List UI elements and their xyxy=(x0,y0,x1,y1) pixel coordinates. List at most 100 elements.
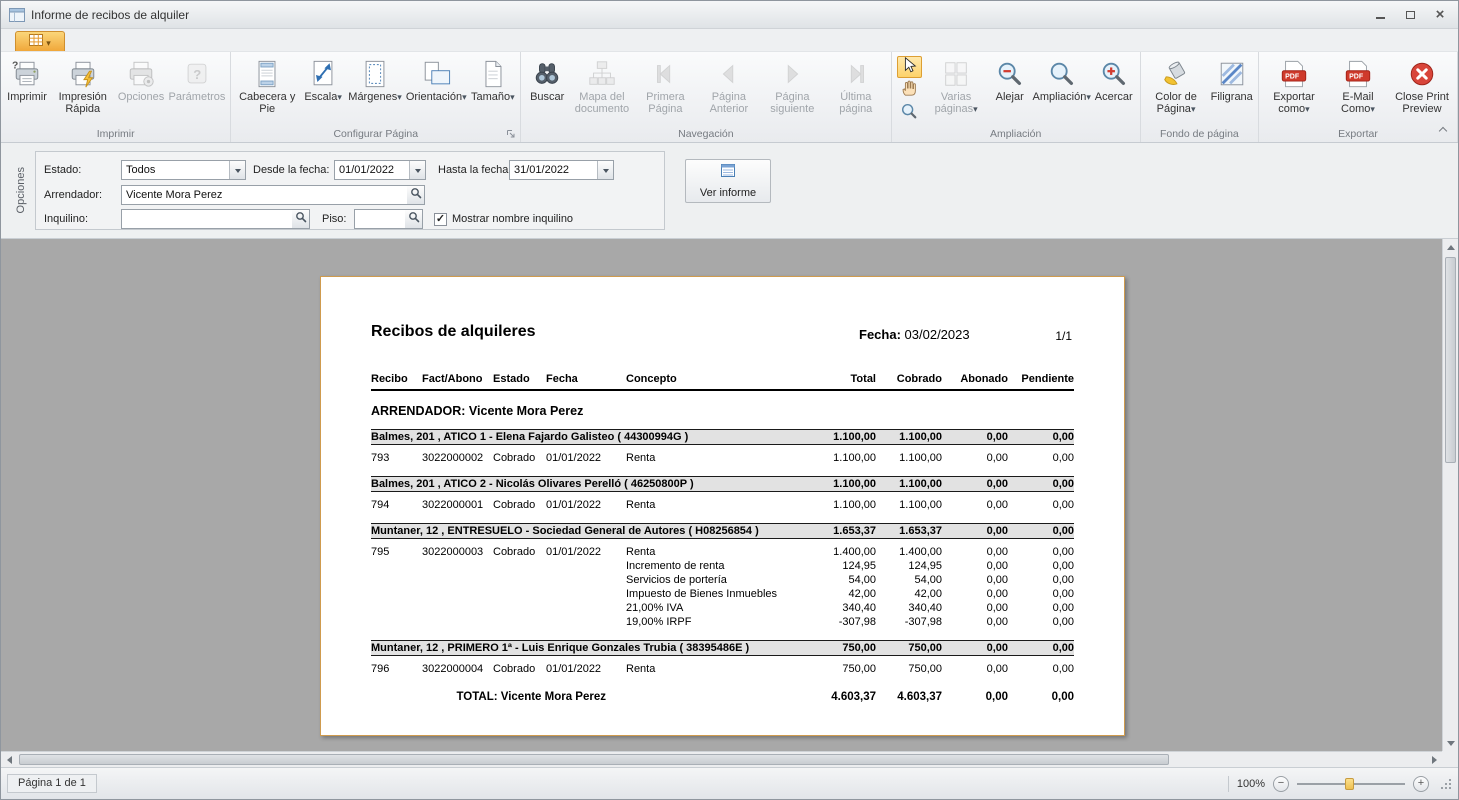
report-title: Recibos de alquileres xyxy=(371,323,536,341)
chevron-down-icon xyxy=(397,91,402,103)
app-icon xyxy=(9,8,25,22)
scroll-right-button[interactable] xyxy=(1426,752,1442,767)
escala-button[interactable]: Escala xyxy=(300,53,346,126)
report-cell: Cobrado xyxy=(493,662,546,676)
cabecera-pie-label: Cabecera y Pie xyxy=(239,91,295,115)
arrendador-input[interactable] xyxy=(121,185,408,205)
arrow-down-icon xyxy=(1447,741,1455,750)
report-cell: 0,00 xyxy=(942,601,1008,615)
ribbon-group-exportar: PDF Exportar como PDF E-Mail Como xyxy=(1259,52,1458,142)
estado-combobox[interactable]: Todos xyxy=(121,160,246,180)
orientacion-label: Orientación xyxy=(406,91,462,103)
zoom-tool-button[interactable] xyxy=(897,102,922,124)
minus-icon xyxy=(1278,778,1284,789)
buscar-button[interactable]: Buscar xyxy=(524,53,570,126)
close-preview-icon xyxy=(1407,57,1437,91)
close-print-preview-button[interactable]: Close Print Preview xyxy=(1390,53,1454,126)
hand-tool-button[interactable] xyxy=(897,79,922,101)
maximize-button[interactable] xyxy=(1400,7,1420,23)
ver-informe-button[interactable]: Ver informe xyxy=(685,159,771,203)
filigrana-button[interactable]: Filigrana xyxy=(1208,53,1255,126)
tamano-label: Tamaño xyxy=(471,91,510,103)
primera-pagina-label: Primera Página xyxy=(646,91,685,115)
desde-fecha-picker[interactable]: 01/01/2022 xyxy=(334,160,426,180)
scroll-left-button[interactable] xyxy=(1,752,17,767)
email-como-button[interactable]: PDF E-Mail Como xyxy=(1326,53,1390,126)
zoom-slider[interactable] xyxy=(1297,776,1405,792)
chevron-down-icon[interactable] xyxy=(597,161,613,179)
report-cell: 1.100,00 xyxy=(876,498,942,512)
report-column-header: Estado xyxy=(493,372,546,386)
report-cell xyxy=(493,587,546,601)
dialog-launcher-icon[interactable] xyxy=(505,128,517,140)
report-group-header: Balmes, 201 , ATICO 2 - Nicolás Olivares… xyxy=(371,477,816,491)
report-cell: 794 xyxy=(371,498,422,512)
minimize-button[interactable] xyxy=(1370,7,1390,23)
vertical-scrollbar-thumb[interactable] xyxy=(1445,257,1456,463)
opciones-button[interactable]: Opciones xyxy=(116,53,167,126)
hasta-fecha-picker[interactable]: 31/01/2022 xyxy=(509,160,614,180)
close-button[interactable] xyxy=(1430,7,1450,23)
report-cell: 0,00 xyxy=(942,559,1008,573)
mostrar-nombre-inquilino-checkbox[interactable] xyxy=(434,213,447,226)
arrendador-label: Arrendador: xyxy=(44,185,102,205)
parametros-button[interactable]: ? Parámetros xyxy=(167,53,228,126)
alejar-button[interactable]: Alejar xyxy=(987,53,1033,126)
ultima-pagina-button[interactable]: Última página xyxy=(824,53,887,126)
scroll-up-button[interactable] xyxy=(1443,239,1458,255)
cabecera-pie-button[interactable]: Cabecera y Pie xyxy=(234,53,300,126)
group-caption-ampliacion: Ampliación xyxy=(895,127,1137,142)
arrendador-search-button[interactable] xyxy=(407,185,425,205)
exportar-como-button[interactable]: PDF Exportar como xyxy=(1262,53,1326,126)
report-table: ReciboFact/AbonoEstadoFechaConceptoTotal… xyxy=(371,372,1074,704)
ribbon-collapse-button[interactable] xyxy=(1436,122,1450,136)
pointer-tool-button[interactable] xyxy=(897,56,922,78)
piso-search-button[interactable] xyxy=(405,209,423,229)
report-group-total: 750,00 xyxy=(816,641,876,655)
report-cell: 01/01/2022 xyxy=(546,545,626,559)
varias-paginas-button[interactable]: Varias páginas xyxy=(926,53,987,126)
color-pagina-button[interactable]: Color de Página xyxy=(1144,53,1209,126)
statusbar: Página 1 de 1 100% xyxy=(1,767,1458,799)
ribbon: ? Imprimir Impresión Rápida xyxy=(1,29,1458,143)
scroll-down-button[interactable] xyxy=(1443,735,1458,751)
last-page-icon xyxy=(841,57,871,91)
zoom-slider-thumb[interactable] xyxy=(1345,778,1354,790)
imprimir-button[interactable]: ? Imprimir xyxy=(4,53,50,126)
report-cell xyxy=(422,601,493,615)
report-cell: 3022000002 xyxy=(422,451,493,465)
piso-label: Piso: xyxy=(322,209,346,229)
pagina-anterior-button[interactable]: Página Anterior xyxy=(697,53,760,126)
search-icon xyxy=(410,186,422,204)
resize-grip[interactable] xyxy=(1439,777,1452,790)
acercar-button[interactable]: Acercar xyxy=(1091,53,1137,126)
horizontal-scrollbar-thumb[interactable] xyxy=(19,754,1169,765)
primera-pagina-button[interactable]: Primera Página xyxy=(634,53,697,126)
inquilino-input[interactable] xyxy=(121,209,293,229)
impresion-rapida-button[interactable]: Impresión Rápida xyxy=(50,53,116,126)
chevron-down-icon[interactable] xyxy=(229,161,245,179)
horizontal-scrollbar[interactable] xyxy=(1,751,1442,767)
report-cell: 750,00 xyxy=(876,662,942,676)
pagina-siguiente-button[interactable]: Página siguiente xyxy=(761,53,824,126)
app-menu-button[interactable] xyxy=(15,31,65,51)
plus-icon xyxy=(1418,778,1424,789)
mapa-documento-label: Mapa del documento xyxy=(575,91,629,115)
header-footer-icon xyxy=(252,57,282,91)
report-cell xyxy=(546,587,626,601)
margenes-button[interactable]: Márgenes xyxy=(346,53,404,126)
watermark-icon xyxy=(1217,57,1247,91)
zoom-in-button[interactable] xyxy=(1413,776,1429,792)
options-panel-label: Opciones xyxy=(15,167,27,213)
vertical-scrollbar[interactable] xyxy=(1442,239,1458,751)
zoom-out-button[interactable] xyxy=(1273,776,1289,792)
chevron-down-icon[interactable] xyxy=(409,161,425,179)
report-icon xyxy=(720,163,736,184)
ampliacion-button[interactable]: Ampliación xyxy=(1033,53,1091,126)
mapa-documento-button[interactable]: Mapa del documento xyxy=(570,53,633,126)
orientacion-button[interactable]: Orientación xyxy=(404,53,469,126)
tamano-button[interactable]: Tamaño xyxy=(469,53,518,126)
piso-input[interactable] xyxy=(354,209,406,229)
report-cell: 1.400,00 xyxy=(816,545,876,559)
inquilino-search-button[interactable] xyxy=(292,209,310,229)
